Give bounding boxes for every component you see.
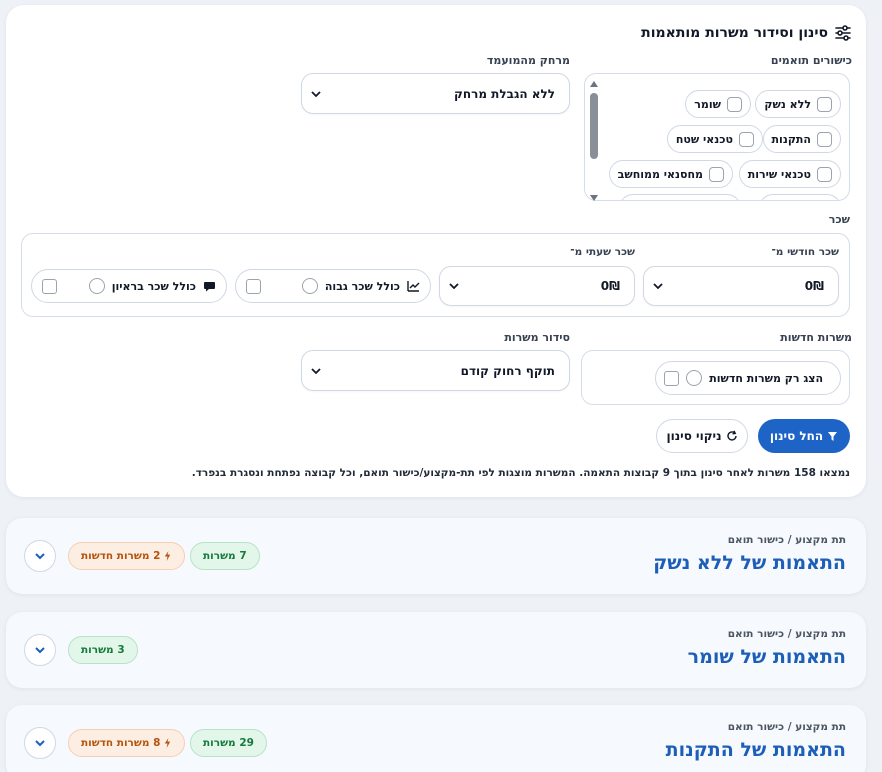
toggle-switch[interactable] bbox=[301, 278, 318, 294]
group-title: התאמות של ללא נשק bbox=[653, 552, 846, 574]
sliders-icon bbox=[835, 25, 851, 41]
new-jobs-panel: הצג רק משרות חדשות bbox=[581, 350, 850, 405]
chevron-down-icon bbox=[653, 283, 663, 290]
checkbox[interactable] bbox=[817, 166, 832, 182]
chevron-down-icon bbox=[311, 367, 321, 374]
skill-chip-installations[interactable]: התקנות bbox=[762, 125, 841, 153]
skill-label: טכנאי שירות bbox=[747, 167, 811, 181]
chevron-down-icon bbox=[35, 740, 45, 747]
match-group[interactable]: תת מקצוע / כישור תואם התאמות של שומר 3 מ… bbox=[6, 612, 866, 688]
chevron-down-icon bbox=[35, 553, 45, 560]
filter-icon bbox=[828, 431, 838, 441]
salary-monthly-select[interactable]: 0₪ bbox=[643, 266, 839, 306]
checkbox[interactable] bbox=[817, 131, 832, 147]
jobs-count-badge: 3 משרות bbox=[68, 636, 138, 664]
jobs-count-badge: 29 משרות bbox=[190, 729, 267, 757]
high-salary-label: כולל שכר גבוה bbox=[324, 279, 400, 293]
jobs-count-badge: 7 משרות bbox=[190, 542, 260, 570]
skill-chip-service-tech[interactable]: טכנאי שירות bbox=[738, 160, 841, 188]
new-jobs-badge: 2 משרות חדשות bbox=[68, 542, 186, 570]
group-title: התאמות של התקנות bbox=[665, 739, 846, 761]
checkbox[interactable] bbox=[817, 96, 832, 112]
skills-panel[interactable]: ללא נשק שומר התקנות טכנאי שטח טכנאי שירו… bbox=[584, 73, 850, 201]
new-jobs-count: 8 משרות חדשות bbox=[81, 737, 161, 749]
toggle-switch[interactable] bbox=[686, 370, 703, 386]
chevron-down-icon bbox=[35, 647, 45, 654]
checkbox[interactable] bbox=[664, 370, 680, 386]
distance-label: מרחק מהמועמד bbox=[486, 54, 570, 67]
high-salary-toggle[interactable]: כולל שכר גבוה bbox=[235, 269, 431, 303]
skill-label: שומר bbox=[694, 97, 721, 111]
group-title: התאמות של שומר bbox=[687, 646, 846, 668]
match-group[interactable]: תת מקצוע / כישור תואם התאמות של ללא נשק … bbox=[6, 518, 866, 594]
skills-label: כישורים תואמים bbox=[770, 54, 852, 67]
apply-filter-label: החל סינון bbox=[769, 429, 824, 443]
expand-button[interactable] bbox=[24, 634, 56, 666]
skill-label: טכנאי שטח bbox=[675, 132, 733, 146]
distance-value: ללא הגבלת מרחק bbox=[454, 86, 555, 101]
skills-scrollbar[interactable] bbox=[588, 79, 600, 203]
skill-chip-partial[interactable] bbox=[619, 194, 741, 202]
expand-button[interactable] bbox=[24, 540, 56, 572]
skill-chip-no-weapon[interactable]: ללא נשק bbox=[755, 90, 841, 118]
checkbox[interactable] bbox=[246, 278, 261, 294]
salary-hourly-value: 0₪ bbox=[600, 279, 620, 293]
toggle-switch[interactable] bbox=[88, 278, 105, 294]
sort-select[interactable]: תוקף רחוק קודם bbox=[301, 350, 570, 391]
lightning-icon bbox=[165, 738, 171, 748]
sort-label: סידור משרות bbox=[504, 331, 570, 344]
chevron-down-icon bbox=[311, 90, 321, 97]
skill-chip-partial[interactable] bbox=[759, 194, 841, 202]
checkbox[interactable] bbox=[727, 96, 742, 112]
group-subtitle: תת מקצוע / כישור תואם bbox=[727, 628, 846, 640]
lightning-icon bbox=[165, 551, 171, 561]
salary-monthly-value: 0₪ bbox=[804, 279, 824, 293]
chat-icon bbox=[204, 281, 215, 291]
new-jobs-label: משרות חדשות bbox=[780, 331, 852, 344]
filter-title: סינון וסידור משרות מותאמות bbox=[641, 25, 828, 41]
checkbox[interactable] bbox=[709, 166, 724, 182]
salary-panel: שכר חודשי מ־ 0₪ שכר שעתי מ־ 0₪ כולל שכר … bbox=[21, 233, 850, 317]
expand-button[interactable] bbox=[24, 727, 56, 759]
interview-salary-label: כולל שכר בראיון bbox=[111, 279, 196, 293]
skill-chip-computerized-storekeeper[interactable]: מחסנאי ממוחשב bbox=[608, 160, 733, 188]
clear-filter-button[interactable]: ניקוי סינון bbox=[656, 419, 748, 453]
checkbox[interactable] bbox=[42, 278, 57, 294]
filter-card: סינון וסידור משרות מותאמות כישורים תואמי… bbox=[6, 5, 866, 497]
new-jobs-badge: 8 משרות חדשות bbox=[68, 729, 186, 757]
apply-filter-button[interactable]: החל סינון bbox=[758, 419, 850, 453]
new-jobs-only-label: הצג רק משרות חדשות bbox=[709, 371, 823, 385]
sort-value: תוקף רחוק קודם bbox=[460, 363, 555, 378]
results-summary: נמצאו 158 משרות לאחר סינון בתוך 9 קבוצות… bbox=[191, 467, 850, 479]
new-jobs-only-toggle[interactable]: הצג רק משרות חדשות bbox=[655, 361, 841, 395]
chevron-down-icon bbox=[449, 283, 459, 290]
new-jobs-count: 2 משרות חדשות bbox=[81, 550, 161, 562]
salary-hourly-select[interactable]: 0₪ bbox=[439, 266, 635, 306]
refresh-icon bbox=[726, 430, 737, 441]
skill-label: ללא נשק bbox=[764, 97, 811, 111]
skill-chip-field-tech[interactable]: טכנאי שטח bbox=[666, 125, 763, 153]
skill-label: התקנות bbox=[771, 132, 811, 146]
match-group[interactable]: תת מקצוע / כישור תואם התאמות של התקנות 2… bbox=[6, 705, 866, 772]
checkbox[interactable] bbox=[739, 131, 754, 147]
skill-label: מחסנאי ממוחשב bbox=[617, 167, 703, 181]
skill-chip-guard[interactable]: שומר bbox=[685, 90, 751, 118]
checkbox[interactable] bbox=[817, 201, 832, 202]
distance-select[interactable]: ללא הגבלת מרחק bbox=[301, 73, 570, 114]
salary-label: שכר bbox=[828, 213, 850, 226]
checkbox[interactable] bbox=[717, 201, 732, 202]
salary-hourly-label: שכר שעתי מ־ bbox=[570, 246, 635, 258]
salary-monthly-label: שכר חודשי מ־ bbox=[771, 246, 839, 258]
clear-filter-label: ניקוי סינון bbox=[666, 429, 722, 443]
group-subtitle: תת מקצוע / כישור תואם bbox=[727, 721, 846, 733]
interview-salary-toggle[interactable]: כולל שכר בראיון bbox=[31, 269, 227, 303]
trending-up-icon bbox=[407, 280, 420, 292]
group-subtitle: תת מקצוע / כישור תואם bbox=[727, 534, 846, 546]
